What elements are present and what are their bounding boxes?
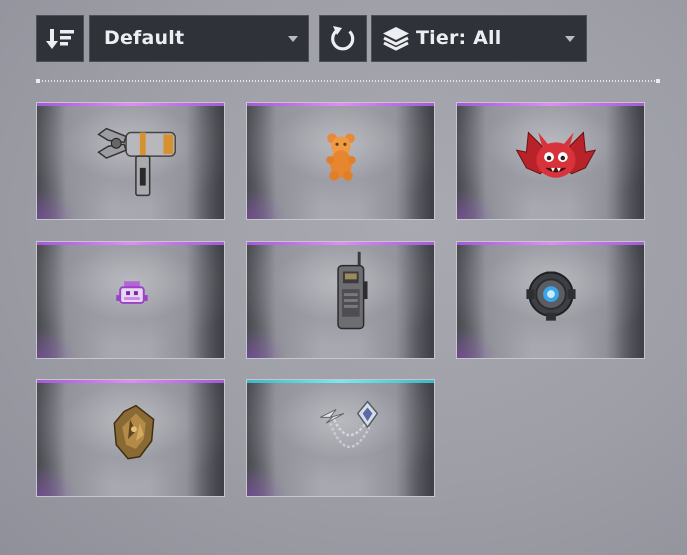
layers-icon — [383, 27, 409, 51]
chain-pin-icon — [320, 400, 379, 449]
bronze-crest-icon — [113, 404, 155, 460]
chevron-down-icon — [565, 36, 575, 42]
section-divider — [36, 79, 660, 83]
sort-dropdown-value: Default — [104, 27, 185, 49]
sort-order-button[interactable] — [36, 15, 84, 62]
claw-gun-icon — [97, 127, 176, 197]
sort-descending-icon — [46, 29, 74, 49]
radio-device-icon — [337, 251, 368, 330]
refresh-icon — [331, 26, 355, 51]
item-card[interactable] — [36, 241, 225, 359]
sort-dropdown[interactable]: Default — [89, 15, 309, 62]
reactor-core-icon — [526, 271, 576, 321]
item-card[interactable] — [36, 379, 225, 497]
item-card[interactable] — [456, 241, 645, 359]
item-card[interactable] — [36, 102, 225, 220]
red-bat-icon — [515, 131, 597, 178]
chevron-down-icon — [288, 36, 298, 42]
item-card[interactable] — [246, 241, 435, 359]
tier-dropdown-value: Tier: All — [416, 27, 502, 49]
item-card[interactable] — [456, 102, 645, 220]
tier-filter-dropdown[interactable]: Tier: All — [371, 15, 587, 62]
pixel-creature-icon — [116, 281, 148, 304]
reset-filters-button[interactable] — [319, 15, 367, 62]
item-card[interactable] — [246, 379, 435, 497]
gummy-bear-icon — [326, 133, 356, 181]
item-card[interactable] — [246, 102, 435, 220]
